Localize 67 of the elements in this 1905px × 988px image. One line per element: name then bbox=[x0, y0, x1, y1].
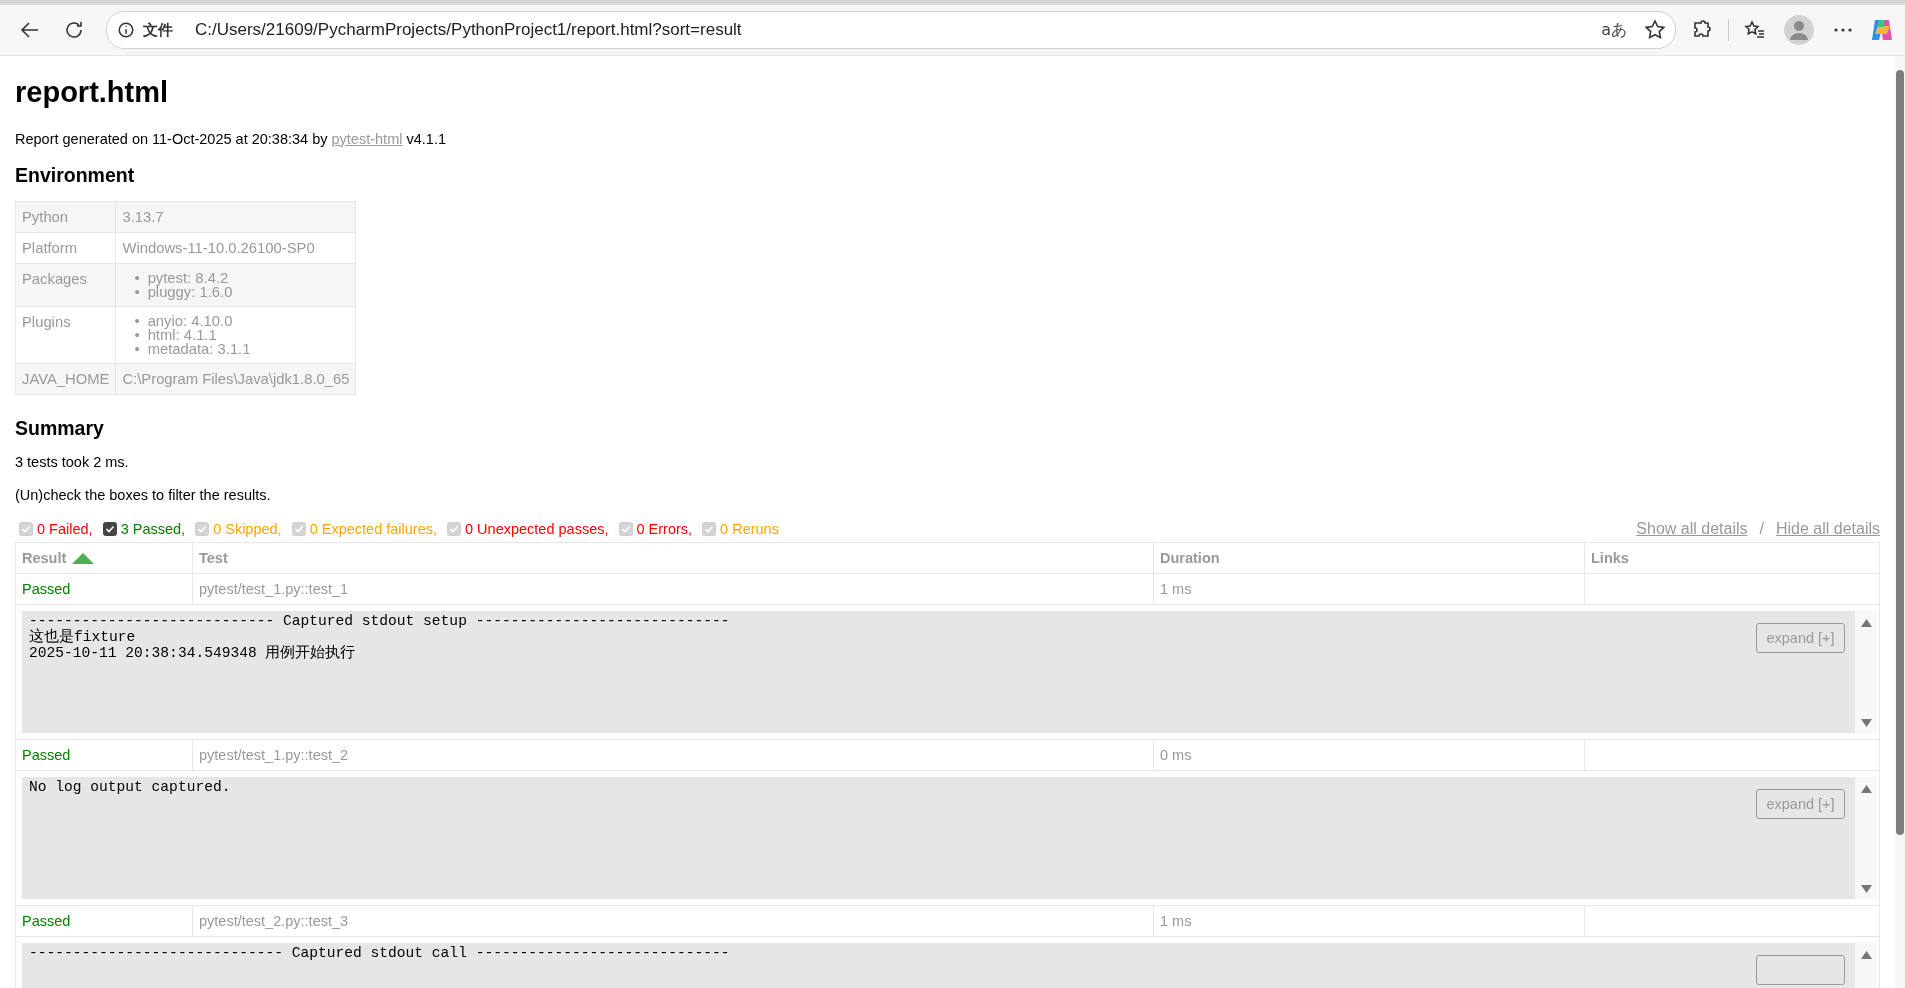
column-header[interactable]: Result bbox=[15, 542, 193, 574]
log-output: ---------------------------- Captured stdout setup ----------------------------- 这也是fixture 2025-10-11 20:38:34.549348 用例开始执行 expand [+] bbox=[22, 611, 1855, 733]
column-header[interactable]: Test bbox=[192, 542, 1154, 574]
env-key: Packages bbox=[15, 263, 116, 307]
filter-label: 3 Passed, bbox=[120, 521, 186, 537]
scroll-down-icon[interactable] bbox=[1860, 885, 1872, 893]
filter-checkbox[interactable] bbox=[102, 522, 117, 536]
more-icon[interactable] bbox=[1834, 28, 1852, 32]
filter-label: 0 Reruns bbox=[720, 521, 779, 537]
env-key: JAVA_HOME bbox=[15, 363, 116, 395]
duration-text: 3 tests took 2 ms. bbox=[15, 454, 130, 470]
filter-label: 0 Expected failures, bbox=[309, 521, 437, 537]
bullet: • bbox=[134, 327, 140, 343]
filter-hint: (Un)check the boxes to filter the results. bbox=[15, 487, 272, 503]
filter-label: 0 Failed, bbox=[37, 521, 93, 537]
section-heading: Environment bbox=[15, 164, 136, 187]
address-bar[interactable]: 文件 C:/Users/21609/PycharmProjects/PythonProject1/report.html?sort=result aあ bbox=[106, 11, 1676, 49]
section-heading: Summary bbox=[15, 417, 105, 440]
test-cell: pytest/test_1.py::test_2 bbox=[192, 739, 1154, 771]
column-header[interactable]: Duration bbox=[1153, 542, 1585, 574]
env-value: pytest: 8.4.2 bbox=[147, 270, 229, 286]
url-text: C:/Users/21609/PycharmProjects/PythonProject1/report.html?sort=result bbox=[195, 20, 743, 40]
translate-icon[interactable]: aあ bbox=[1593, 19, 1635, 41]
bullet: • bbox=[134, 284, 140, 300]
env-key: Plugins bbox=[15, 306, 116, 364]
site-label: 文件 bbox=[143, 20, 173, 40]
log-output: ----------------------------- Captured stdout call ----------------------------- bbox=[22, 943, 1855, 988]
duration-cell: 0 ms bbox=[1153, 739, 1585, 771]
env-key: Platform bbox=[15, 232, 116, 264]
scroll-up-icon[interactable] bbox=[1860, 951, 1872, 959]
generated-text: Report generated on 11-Oct-2025 at 20:38:34 by pytest-html v4.1.1 bbox=[15, 131, 447, 147]
test-cell: pytest/test_2.py::test_3 bbox=[192, 905, 1154, 937]
filter-label: 0 Skipped, bbox=[213, 521, 282, 537]
env-value: anyio: 4.10.0 bbox=[147, 313, 233, 329]
copilot-icon[interactable] bbox=[1869, 17, 1895, 43]
column-header[interactable]: Links bbox=[1584, 542, 1880, 574]
duration-cell: 1 ms bbox=[1153, 573, 1585, 605]
filter-label: 0 Unexpected passes, bbox=[465, 521, 609, 537]
separator-text: / bbox=[1759, 520, 1764, 538]
scroll-down-icon[interactable] bbox=[1860, 719, 1872, 727]
expand-button[interactable] bbox=[1756, 955, 1845, 985]
page-scrollbar[interactable] bbox=[1895, 56, 1905, 988]
result-cell: Passed bbox=[15, 739, 193, 771]
scroll-up-icon[interactable] bbox=[1860, 785, 1872, 793]
bullet: • bbox=[134, 341, 140, 357]
env-value: 3.13.7 bbox=[115, 201, 356, 233]
log-output: No log output captured. expand [+] bbox=[22, 777, 1855, 899]
bullet: • bbox=[134, 313, 140, 329]
test-cell: pytest/test_1.py::test_1 bbox=[192, 573, 1154, 605]
env-value: Windows-11-10.0.26100-SP0 bbox=[115, 232, 356, 264]
report-title: report.html bbox=[15, 76, 170, 109]
env-value: C:\Program Files\Java\jdk1.8.0_65 bbox=[115, 363, 356, 395]
env-key: Python bbox=[15, 201, 116, 233]
bullet: • bbox=[134, 270, 140, 286]
hide-details-link[interactable]: Hide all details bbox=[1775, 520, 1880, 538]
info-icon[interactable] bbox=[117, 21, 135, 39]
result-cell: Passed bbox=[15, 905, 193, 937]
filter-label: 0 Errors, bbox=[636, 521, 693, 537]
show-details-link[interactable]: Show all details bbox=[1636, 520, 1748, 538]
result-cell: Passed bbox=[15, 573, 193, 605]
expand-button[interactable]: expand [+] bbox=[1756, 623, 1845, 653]
env-value: metadata: 3.1.1 bbox=[147, 341, 251, 357]
scroll-up-icon[interactable] bbox=[1860, 619, 1872, 627]
expand-button[interactable]: expand [+] bbox=[1756, 789, 1845, 819]
star-icon[interactable] bbox=[1643, 18, 1667, 42]
pytest-html-link[interactable]: pytest-html bbox=[331, 131, 403, 147]
duration-cell: 1 ms bbox=[1153, 905, 1585, 937]
